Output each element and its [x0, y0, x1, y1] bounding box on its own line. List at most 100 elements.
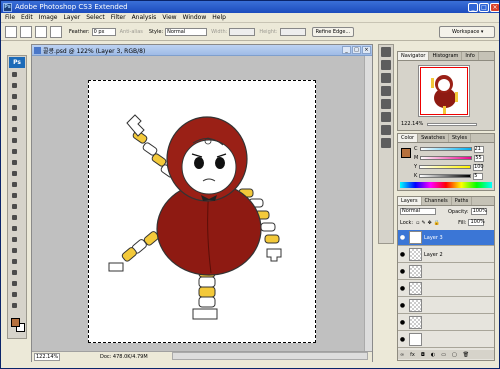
maximize-button[interactable]: □: [479, 2, 489, 12]
visibility-eye-icon[interactable]: ●: [398, 251, 407, 258]
visibility-eye-icon[interactable]: ●: [398, 336, 407, 343]
lasso-tool-icon[interactable]: [11, 93, 18, 100]
eyedropper-tool-icon[interactable]: [11, 280, 18, 287]
menu-layer[interactable]: Layer: [63, 14, 80, 21]
actions-panel-icon[interactable]: [381, 99, 391, 109]
blur-tool-icon[interactable]: [11, 203, 18, 210]
workspace-button[interactable]: Workspace ▾: [439, 26, 495, 38]
dodge-tool-icon[interactable]: [11, 214, 18, 221]
height-input[interactable]: [279, 27, 306, 36]
lock-icons[interactable]: ▫✎✥🔒: [416, 220, 442, 226]
channel-c-value[interactable]: 21: [473, 145, 484, 153]
layer-row[interactable]: ●: [398, 264, 494, 280]
add-selection-icon[interactable]: [35, 25, 47, 38]
zoom-tool-icon[interactable]: [11, 302, 18, 309]
pen-tool-icon[interactable]: [11, 225, 18, 232]
channel-c-slider[interactable]: [419, 147, 472, 151]
layer-link-icon[interactable]: ∞: [400, 352, 404, 358]
blend-mode-select[interactable]: Normal: [400, 208, 436, 215]
tab-color[interactable]: Color: [398, 134, 419, 142]
gradient-tool-icon[interactable]: [11, 192, 18, 199]
visibility-eye-icon[interactable]: ●: [398, 319, 407, 326]
layer-row[interactable]: ●: [398, 315, 494, 331]
tab-layers[interactable]: Layers: [398, 197, 422, 205]
notes-tool-icon[interactable]: [11, 269, 18, 276]
navigator-zoom-value[interactable]: 122.14%: [401, 121, 423, 127]
layer-comps-icon[interactable]: [381, 73, 391, 83]
layer-row-layer-2[interactable]: ● Layer 2: [398, 247, 494, 263]
layer-style-icon[interactable]: fx: [410, 352, 415, 358]
fill-input[interactable]: 100%: [468, 219, 485, 226]
menu-help[interactable]: Help: [212, 14, 226, 21]
delete-layer-icon[interactable]: 🗑: [463, 352, 469, 358]
navigator-preview[interactable]: [418, 65, 470, 117]
tab-navigator[interactable]: Navigator: [398, 52, 430, 60]
layer-row[interactable]: ●: [398, 281, 494, 297]
channel-m-value[interactable]: 55: [474, 154, 485, 162]
doc-close-button[interactable]: ×: [362, 46, 371, 54]
visibility-eye-icon[interactable]: ●: [398, 268, 407, 275]
doc-size-info[interactable]: Doc: 478.0K/4.79M: [100, 354, 148, 360]
history-brush-icon[interactable]: [11, 170, 18, 177]
layer-row-layer-3[interactable]: ● Layer 3: [398, 230, 494, 246]
new-group-icon[interactable]: ▭: [441, 352, 446, 358]
menu-analysis[interactable]: Analysis: [132, 14, 157, 21]
hand-tool-icon[interactable]: [11, 291, 18, 298]
opacity-input[interactable]: 100%: [470, 208, 487, 215]
adjustment-layer-icon[interactable]: ◐: [431, 352, 435, 358]
minimize-button[interactable]: _: [468, 2, 478, 12]
layer-mask-icon[interactable]: ◘: [421, 352, 425, 358]
stamp-tool-icon[interactable]: [11, 159, 18, 166]
color-spectrum-bar[interactable]: [400, 182, 492, 188]
character-panel-icon[interactable]: [381, 112, 391, 122]
menu-image[interactable]: Image: [39, 14, 58, 21]
antialias-checkbox[interactable]: Anti-alias: [120, 29, 143, 35]
history-panel-icon[interactable]: [381, 86, 391, 96]
healing-tool-icon[interactable]: [11, 137, 18, 144]
eraser-tool-icon[interactable]: [11, 181, 18, 188]
channel-m-slider[interactable]: [420, 156, 473, 160]
tab-channels[interactable]: Channels: [422, 197, 452, 205]
menu-filter[interactable]: Filter: [111, 14, 126, 21]
visibility-eye-icon[interactable]: ●: [398, 285, 407, 292]
tab-styles[interactable]: Styles: [449, 134, 472, 142]
brush-tool-icon[interactable]: [11, 148, 18, 155]
visibility-eye-icon[interactable]: ●: [398, 234, 407, 241]
menu-view[interactable]: View: [162, 14, 176, 21]
foreground-color-chip[interactable]: [401, 148, 411, 158]
shape-tool-icon[interactable]: [11, 258, 18, 265]
style-select[interactable]: Normal: [165, 27, 208, 36]
visibility-eye-icon[interactable]: ●: [398, 302, 407, 309]
horizontal-scrollbar[interactable]: [172, 352, 368, 360]
navigator-zoom-slider[interactable]: [427, 122, 478, 126]
marquee-tool-icon[interactable]: [11, 82, 18, 89]
crop-tool-icon[interactable]: [11, 115, 18, 122]
document-canvas[interactable]: [88, 80, 316, 343]
new-layer-icon[interactable]: ▢: [452, 352, 457, 358]
doc-maximize-button[interactable]: □: [352, 46, 361, 54]
close-button[interactable]: ×: [490, 2, 499, 12]
tab-info[interactable]: Info: [462, 52, 479, 60]
feather-input[interactable]: 0 px: [91, 27, 116, 36]
vertical-scrollbar[interactable]: [364, 56, 372, 351]
tab-swatches[interactable]: Swatches: [418, 134, 449, 142]
menu-window[interactable]: Window: [183, 14, 207, 21]
slice-tool-icon[interactable]: [11, 126, 18, 133]
doc-minimize-button[interactable]: _: [342, 46, 351, 54]
brushes-panel-icon[interactable]: [381, 47, 391, 57]
channel-y-value[interactable]: 100: [473, 163, 484, 171]
move-tool-icon[interactable]: [11, 71, 18, 78]
foreground-color-swatch[interactable]: [11, 318, 20, 327]
new-selection-icon[interactable]: [20, 25, 32, 38]
channel-y-slider[interactable]: [419, 165, 472, 169]
subtract-selection-icon[interactable]: [50, 25, 62, 38]
magic-wand-tool-icon[interactable]: [11, 104, 18, 111]
path-select-icon[interactable]: [11, 247, 18, 254]
tab-histogram[interactable]: Histogram: [429, 52, 463, 60]
refine-edge-button[interactable]: Refine Edge...: [311, 26, 355, 37]
zoom-level-field[interactable]: 122.14%: [34, 353, 60, 361]
channel-k-slider[interactable]: [419, 174, 472, 178]
menu-file[interactable]: File: [5, 14, 15, 21]
menu-edit[interactable]: Edit: [21, 14, 33, 21]
layer-row[interactable]: ●: [398, 332, 494, 348]
